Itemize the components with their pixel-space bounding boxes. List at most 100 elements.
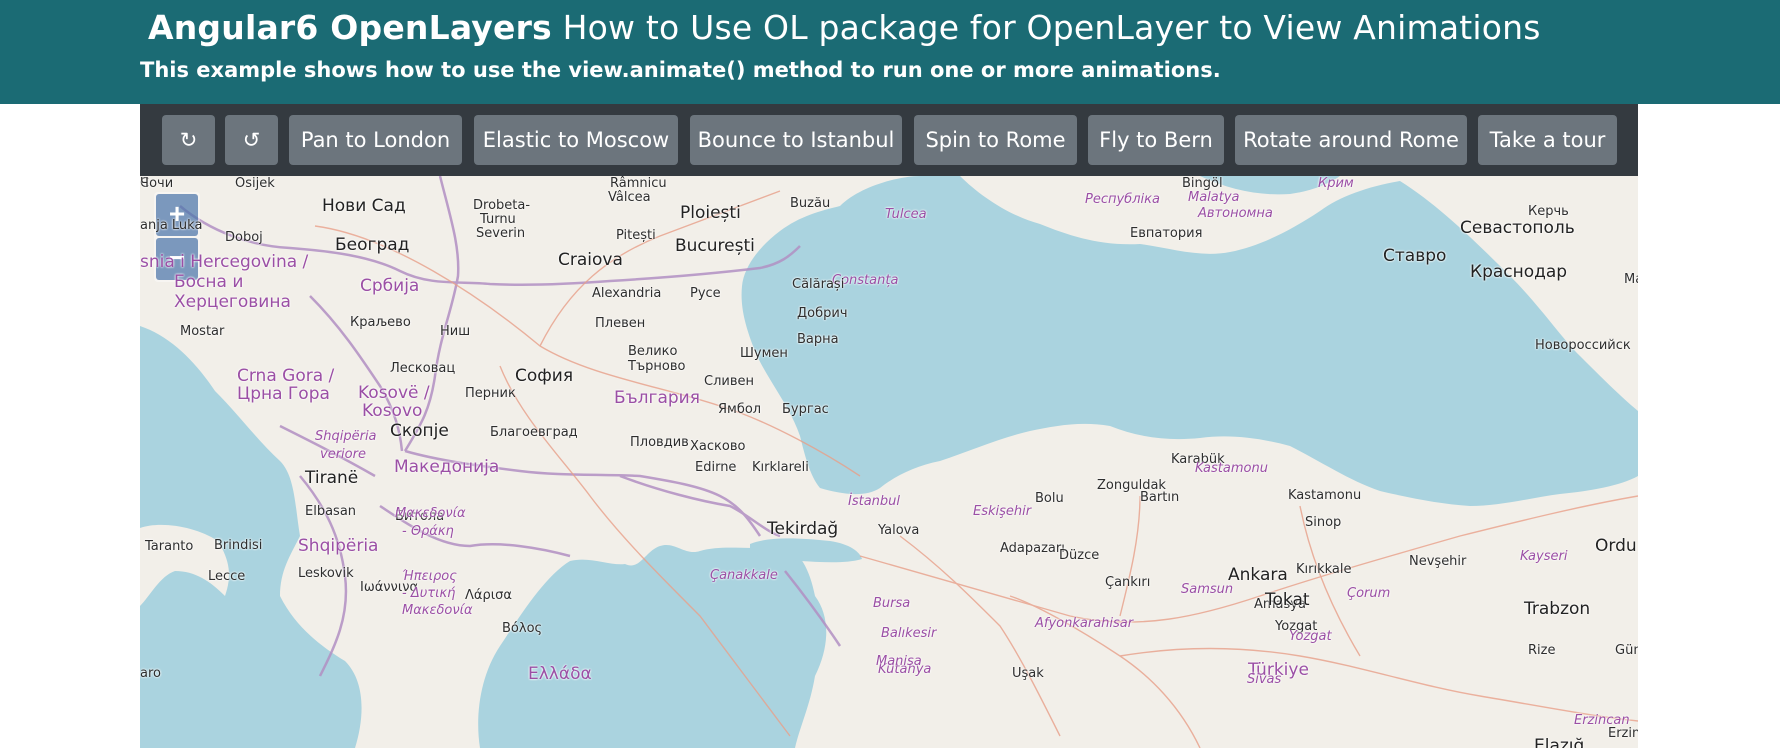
rotate-around-rome-button[interactable]: Rotate around Rome (1235, 115, 1467, 165)
map-label: Βόλος (502, 621, 543, 636)
map-label: Sinop (1305, 515, 1342, 530)
map-label: Ставро (1383, 246, 1447, 266)
map-label: Ниш (440, 324, 471, 339)
map-label: Taranto (145, 539, 194, 554)
map-label: Leskovik (298, 566, 354, 581)
map-label: Çankırı (1105, 575, 1151, 590)
map-label: Edirne (695, 460, 737, 475)
map-viewport[interactable]: + − Osijek Нови Сад Doboj Београд anja Luka s… (140, 176, 1638, 748)
map-label: Београд (335, 235, 410, 255)
spin-to-rome-button[interactable]: Spin to Rome (914, 115, 1077, 165)
map-label: Düzce (1059, 548, 1100, 563)
map-label: Pitești (616, 228, 656, 243)
map-label: Nevşehir (1409, 554, 1467, 569)
rotate-left-button[interactable]: ↻ (162, 115, 215, 165)
map-label: Manisa (876, 654, 922, 669)
map-label: Республіка (1085, 192, 1160, 207)
map-label: Shqipëria (298, 536, 379, 556)
map-label: Kosovë / (358, 383, 430, 403)
map-label: Vâlcea (608, 190, 651, 205)
map-label: Благоевград (490, 425, 578, 440)
map-label: Крим (1318, 176, 1354, 191)
take-a-tour-button[interactable]: Take a tour (1478, 115, 1617, 165)
map-label: - Θράκη (402, 524, 454, 539)
map-label: Râmnicu (610, 176, 667, 191)
map-label: Хасково (690, 439, 746, 454)
map-label: Ploiești (680, 203, 741, 223)
map-label: Плевен (595, 316, 646, 331)
map-label: Майкоп (1624, 272, 1638, 287)
map-label: Călărași (792, 277, 845, 292)
map-label: Ordu (1595, 536, 1637, 556)
map-label: Русе (690, 286, 721, 301)
map-label: Gümüşhane (1615, 643, 1638, 658)
map-label: Severin (476, 226, 526, 241)
map-label: Mostar (180, 324, 225, 339)
map-label: Bolu (1035, 491, 1064, 506)
map-label: Elbasan (305, 504, 357, 519)
page-title: Angular6 OpenLayers How to Use OL packag… (148, 8, 1541, 47)
map-label: България (614, 388, 700, 408)
map-label: Elazığ (1534, 736, 1585, 748)
map-label: Tekirdağ (767, 519, 839, 539)
map-label: Новороссийск (1535, 338, 1631, 353)
map-label: Rize (1528, 643, 1556, 658)
map-label: Перник (465, 386, 516, 401)
map-label: Търново (628, 359, 686, 374)
map-label: Sivas (1247, 672, 1282, 687)
map-label: anja Luka (140, 218, 203, 233)
map-label: Lecce (208, 569, 246, 584)
map-label: Нови Сад (322, 196, 406, 216)
map-label: Евпатория (1130, 226, 1203, 241)
page-title-strong: Angular6 OpenLayers (148, 8, 552, 47)
map-label: Çorum (1347, 586, 1391, 601)
map-label: Yalova (878, 523, 920, 538)
map-label: veriore (320, 447, 366, 462)
map-label: Скопје (390, 421, 449, 441)
map-label: Краснодар (1470, 262, 1568, 282)
map-label: Севастополь (1460, 218, 1575, 238)
map-label: Shqipëria (315, 429, 377, 444)
map-label: Керчь (1528, 204, 1569, 219)
map-label: Adapazarı (1000, 541, 1065, 556)
map-label: Buzău (790, 196, 831, 211)
map-label: Србија (360, 276, 420, 296)
map-label: Craiova (558, 250, 623, 270)
animation-toolbar: ↻ ↺ Pan to London Elastic to Moscow Boun… (140, 104, 1638, 176)
map-label: Лесковац (390, 361, 456, 376)
page-header: Angular6 OpenLayers How to Use OL packag… (0, 0, 1780, 104)
map-label: Crna Gora / (237, 366, 335, 386)
map-label: Afyonkarahisar (1035, 616, 1134, 631)
map-label: Ankara (1228, 565, 1288, 585)
map-label: Alexandria (592, 286, 662, 301)
map-label: Uşak (1012, 666, 1044, 681)
pan-to-london-button[interactable]: Pan to London (289, 115, 462, 165)
map-label: Μακεδονία (402, 603, 473, 618)
map-label: Çanakkale (710, 568, 778, 583)
map-label: Kayseri (1520, 549, 1568, 564)
map-label: Македонија (394, 457, 500, 477)
elastic-to-moscow-button[interactable]: Elastic to Moscow (474, 115, 678, 165)
page-subtitle: This example shows how to use the view.a… (140, 58, 1221, 82)
map-label: Tiranë (305, 468, 359, 488)
map-label: Trabzon (1524, 599, 1591, 619)
map-label: Херцеговина (174, 292, 291, 312)
map-label: Samsun (1181, 582, 1234, 597)
map-label: Ήπειρος (402, 569, 457, 584)
map-label: Λάρισα (465, 588, 512, 603)
fly-to-bern-button[interactable]: Fly to Bern (1088, 115, 1224, 165)
map-label: București (675, 236, 755, 256)
map-label: Osijek (235, 176, 275, 191)
map-label: Μακεδονία (395, 506, 466, 521)
map-label: Автономна (1198, 206, 1273, 221)
map-label: Drobeta- (473, 198, 531, 213)
map-label: Ямбол (718, 402, 762, 417)
map-label: Tulcea (885, 207, 927, 222)
map-label: Варна (797, 332, 839, 347)
map-label: Црна Гора (237, 384, 330, 404)
bounce-to-istanbul-button[interactable]: Bounce to Istanbul (690, 115, 902, 165)
page-title-rest: How to Use OL package for OpenLayer to V… (551, 8, 1541, 47)
rotate-right-button[interactable]: ↺ (225, 115, 278, 165)
map-label: Бургас (782, 402, 829, 417)
map-label: Ч (140, 176, 149, 191)
